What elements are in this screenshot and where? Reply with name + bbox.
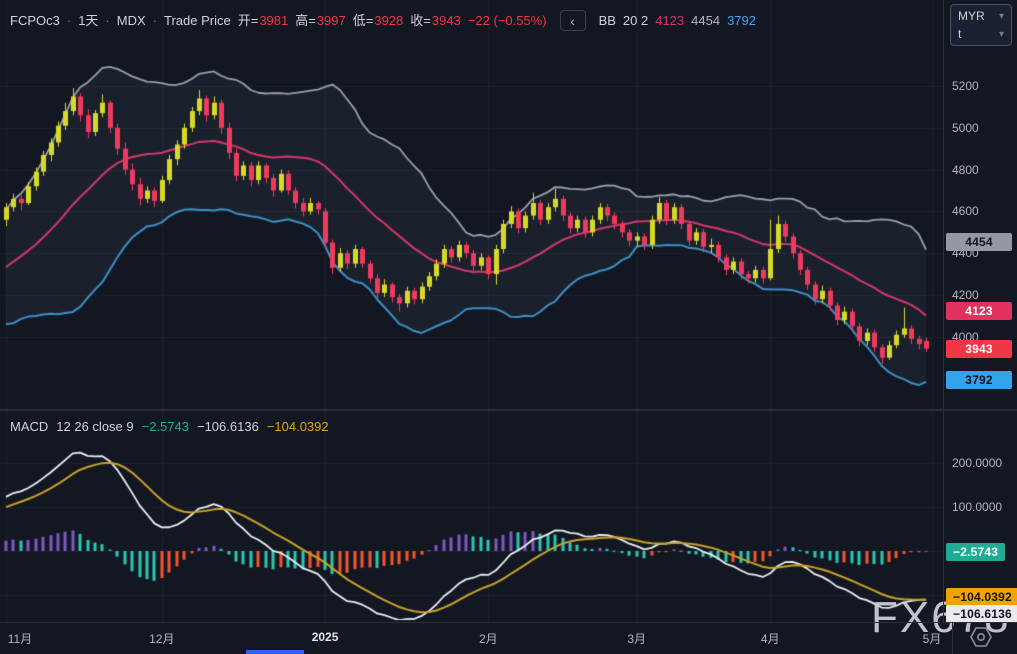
chevron-down-icon: ▾: [999, 11, 1004, 22]
time-axis-label: 2025: [312, 630, 339, 644]
macd-tick-label: 200.0000: [952, 456, 1002, 470]
currency-value: MYR: [958, 9, 985, 23]
close-label: 收=: [410, 12, 431, 30]
change-value: −22 (−0.55%): [468, 12, 547, 30]
close-field: 收= 3943: [410, 12, 461, 30]
axis-unit-selector: MYR ▾ t ▾: [950, 4, 1012, 46]
chevron-left-icon: ‹: [570, 14, 575, 28]
price-tick-label: 5000: [952, 121, 979, 135]
symbol-name: FCPOc3: [10, 12, 60, 30]
separator-dot: ·: [105, 12, 109, 30]
high-field: 高= 3997: [295, 12, 346, 30]
macd-hist-value: −2.5743: [142, 419, 189, 434]
bb-basis-price-badge: 4123: [946, 302, 1012, 320]
scroll-highlight-strip: [246, 650, 304, 654]
price-tick-label: 5200: [952, 79, 979, 93]
macd-signal-value: −104.0392: [267, 419, 329, 434]
price-tick-label: 4200: [952, 288, 979, 302]
bb-lower-value: 3792: [727, 12, 756, 30]
currency-dropdown[interactable]: MYR ▾: [958, 9, 1004, 23]
separator-dot: ·: [67, 12, 71, 30]
price-chart-canvas[interactable]: [0, 0, 943, 622]
bb-upper-value: 4454: [691, 12, 720, 30]
interval-label: 1天: [78, 12, 98, 30]
macd-params: 12 26 close 9: [56, 419, 133, 434]
last-price-badge: 3943: [946, 340, 1012, 358]
macd-line-badge: −106.6136: [946, 605, 1017, 623]
time-axis-label: 3月: [627, 630, 646, 647]
time-axis-label: 11月: [8, 630, 32, 647]
open-field: 开= 3981: [238, 12, 289, 30]
macd-line-value: −106.6136: [197, 419, 259, 434]
trading-chart-app: FCPOc3 · 1天 · MDX · Trade Price 开= 3981 …: [0, 0, 1017, 654]
bb-basis-value: 4123: [655, 12, 684, 30]
time-axis-label: 4月: [761, 630, 780, 647]
legend-collapse-button[interactable]: ‹: [560, 10, 586, 31]
time-axis-label: 5月: [923, 630, 942, 647]
bb-lower-price-badge: 3792: [946, 371, 1012, 389]
chevron-down-icon: ▾: [999, 29, 1004, 40]
price-tick-label: 4800: [952, 163, 979, 177]
settings-gear-icon[interactable]: [966, 626, 996, 650]
main-chart-legend: FCPOc3 · 1天 · MDX · Trade Price 开= 3981 …: [10, 10, 756, 31]
macd-tick-label: 100.0000: [952, 500, 1002, 514]
bb-params: 20 2: [623, 12, 648, 30]
open-value: 3981: [259, 12, 288, 30]
open-label: 开=: [238, 12, 259, 30]
low-value: 3928: [374, 12, 403, 30]
unit-value: t: [958, 27, 961, 41]
price-axis[interactable]: 5200500048004600440042004000200.0000100.…: [943, 0, 1017, 622]
high-value: 3997: [317, 12, 346, 30]
separator-dot: ·: [153, 12, 157, 30]
macd-indicator-name: MACD: [10, 419, 48, 434]
pane-separator[interactable]: [0, 409, 1017, 411]
time-axis-label: 2月: [479, 630, 498, 647]
bb-upper-price-badge: 4454: [946, 233, 1012, 251]
macd-legend: MACD 12 26 close 9 −2.5743 −106.6136 −10…: [10, 419, 329, 434]
close-value: 3943: [432, 12, 461, 30]
low-field: 低= 3928: [353, 12, 404, 30]
time-axis-label: 12月: [149, 630, 174, 647]
price-tick-label: 4600: [952, 204, 979, 218]
macd-signal-badge: −104.0392: [946, 588, 1017, 606]
macd-hist-badge: −2.5743: [946, 543, 1005, 561]
unit-dropdown[interactable]: t ▾: [958, 27, 1004, 41]
low-label: 低=: [353, 12, 374, 30]
time-axis[interactable]: 11月 12月 2025 2月 3月 4月 5月: [0, 622, 1017, 654]
bb-indicator-name: BB: [599, 12, 616, 30]
high-label: 高=: [295, 12, 316, 30]
series-type-label: Trade Price: [164, 12, 231, 30]
exchange-label: MDX: [117, 12, 146, 30]
